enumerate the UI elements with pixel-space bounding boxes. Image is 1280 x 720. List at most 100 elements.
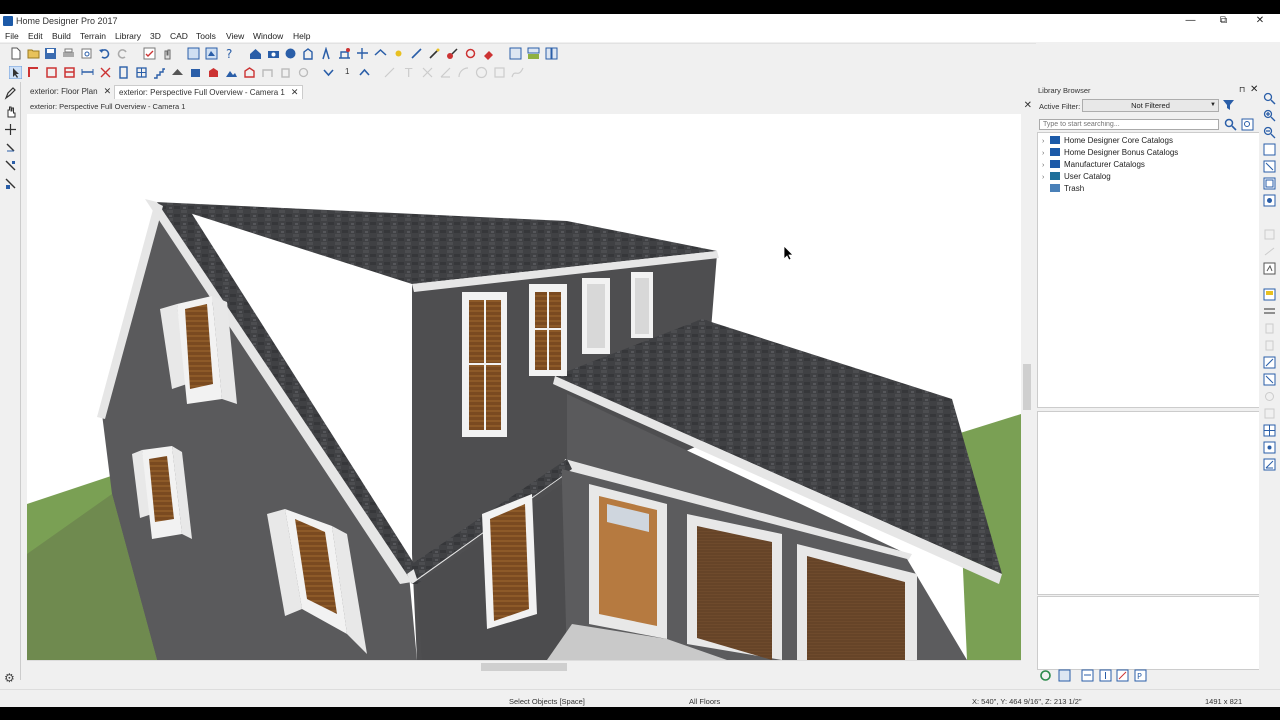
dimension-tool-icon[interactable] xyxy=(81,66,94,79)
tree-item-manufacturer-catalogs[interactable]: › Manufacturer Catalogs xyxy=(1042,159,1145,170)
expand-arrow-icon[interactable]: › xyxy=(1042,160,1050,171)
library-close-icon[interactable]: ✕ xyxy=(1250,84,1258,95)
help-hand-icon[interactable] xyxy=(161,47,174,60)
angle-snap-icon[interactable] xyxy=(1263,458,1276,471)
edit-tool-icon[interactable] xyxy=(4,87,17,100)
walk-tool-icon[interactable] xyxy=(1263,262,1276,275)
menu-tools[interactable]: Tools xyxy=(196,31,216,41)
library-tool-2-icon[interactable] xyxy=(1081,669,1094,682)
house-icon[interactable] xyxy=(249,47,262,60)
undo-zoom-icon[interactable] xyxy=(1263,143,1276,156)
gear-icon[interactable]: ⚙ xyxy=(4,671,15,685)
pan-hand-icon[interactable] xyxy=(4,105,17,118)
roof-tool-icon[interactable] xyxy=(171,66,184,79)
room-tool-icon[interactable] xyxy=(63,66,76,79)
wand-icon[interactable] xyxy=(428,47,441,60)
checklist-icon[interactable] xyxy=(143,47,156,60)
layer-display-icon[interactable] xyxy=(1263,288,1276,301)
cabinet-tool-icon[interactable] xyxy=(45,66,58,79)
swap-view-icon[interactable] xyxy=(1263,194,1276,207)
library-tool-4-icon[interactable] xyxy=(1116,669,1129,682)
tree-item-bonus-catalogs[interactable]: › Home Designer Bonus Catalogs xyxy=(1042,147,1178,158)
close-button[interactable]: ✕ xyxy=(1240,14,1280,29)
tile-horizontal-icon[interactable] xyxy=(527,47,540,60)
snap-tool-icon[interactable] xyxy=(1263,441,1276,454)
electrical-tool-icon[interactable] xyxy=(243,66,256,79)
library-tool-3-icon[interactable] xyxy=(1099,669,1112,682)
horizontal-scroll-thumb[interactable] xyxy=(481,663,567,671)
view-3d-icon[interactable] xyxy=(205,47,218,60)
eraser-icon[interactable] xyxy=(482,47,495,60)
save-icon[interactable] xyxy=(44,47,57,60)
refresh-icon[interactable] xyxy=(1039,669,1052,682)
zoom-icon[interactable] xyxy=(1263,92,1276,105)
tab-perspective-close-icon[interactable]: ✕ xyxy=(291,87,299,97)
expand-arrow-icon[interactable]: › xyxy=(1042,136,1050,147)
print-preview-icon[interactable] xyxy=(80,47,93,60)
cross-section-icon[interactable] xyxy=(356,47,369,60)
library-pin-icon[interactable]: ⊓ xyxy=(1239,85,1245,94)
3d-viewport[interactable] xyxy=(27,114,1021,660)
expand-arrow-icon[interactable]: › xyxy=(1042,172,1050,183)
fill-window-building-icon[interactable] xyxy=(1263,177,1276,190)
elevation-icon[interactable] xyxy=(338,47,351,60)
tile-vertical-icon[interactable] xyxy=(545,47,558,60)
floor-down-icon[interactable] xyxy=(322,66,335,79)
wall-tool-icon[interactable] xyxy=(27,66,40,79)
horizontal-scrollbar[interactable] xyxy=(27,660,1021,673)
print-icon[interactable] xyxy=(62,47,75,60)
active-filter-select[interactable]: Not Filtered ▼ xyxy=(1082,99,1219,112)
rotate-tool-icon[interactable] xyxy=(4,141,17,154)
menu-help[interactable]: Help xyxy=(293,31,310,41)
expand-arrow-icon[interactable]: › xyxy=(1042,148,1050,159)
grid-tool-icon[interactable] xyxy=(1263,424,1276,437)
select-objects-icon[interactable] xyxy=(9,66,22,79)
open-folder-icon[interactable] xyxy=(27,47,40,60)
view-plan-icon[interactable] xyxy=(187,47,200,60)
terrain-tool-icon[interactable] xyxy=(225,66,238,79)
roof-view-icon[interactable] xyxy=(374,47,387,60)
fill-window-icon[interactable] xyxy=(1263,160,1276,173)
restore-button[interactable]: ⧉ xyxy=(1207,14,1240,29)
tree-item-core-catalogs[interactable]: › Home Designer Core Catalogs xyxy=(1042,135,1173,146)
tree-item-user-catalog[interactable]: › User Catalog xyxy=(1042,171,1111,182)
dollhouse-icon[interactable] xyxy=(302,47,315,60)
window-tool-icon[interactable] xyxy=(135,66,148,79)
tab-perspective-camera[interactable]: exterior: Perspective Full Overview - Ca… xyxy=(114,85,304,99)
menu-edit[interactable]: Edit xyxy=(28,31,43,41)
material-painter-icon[interactable] xyxy=(446,47,459,60)
menu-library[interactable]: Library xyxy=(115,31,141,41)
minimize-button[interactable]: — xyxy=(1174,14,1207,29)
library-tool-1-icon[interactable] xyxy=(1058,669,1071,682)
dimension-line-2-icon[interactable] xyxy=(1263,373,1276,386)
menu-file[interactable]: File xyxy=(5,31,19,41)
fixture-tool-icon[interactable] xyxy=(189,66,202,79)
floor-up-icon[interactable] xyxy=(358,66,371,79)
menu-build[interactable]: Build xyxy=(52,31,71,41)
undo-icon[interactable] xyxy=(98,47,111,60)
filter-icon[interactable] xyxy=(1222,98,1235,111)
layer-tool-icon[interactable] xyxy=(1263,305,1276,318)
new-file-icon[interactable] xyxy=(9,47,22,60)
camera-icon[interactable] xyxy=(267,47,280,60)
material-eyedropper-icon[interactable] xyxy=(464,47,477,60)
document-close-icon[interactable]: ✕ xyxy=(1024,100,1032,111)
full-camera-icon[interactable] xyxy=(284,47,297,60)
vertical-scroll-thumb[interactable] xyxy=(1023,364,1031,410)
help-icon[interactable]: ? xyxy=(223,47,236,60)
door-tool-icon[interactable] xyxy=(117,66,130,79)
advanced-search-icon[interactable] xyxy=(1241,118,1254,131)
menu-view[interactable]: View xyxy=(226,31,244,41)
search-icon[interactable] xyxy=(1224,118,1237,131)
move-tool-icon[interactable] xyxy=(4,123,17,136)
transform-tool-icon[interactable] xyxy=(4,159,17,172)
tab-floor-plan[interactable]: exterior: Floor Plan ✕ xyxy=(26,85,115,98)
redo-icon[interactable] xyxy=(116,47,129,60)
zoom-out-icon[interactable] xyxy=(1263,126,1276,139)
zoom-in-icon[interactable] xyxy=(1263,109,1276,122)
deck-tool-icon[interactable] xyxy=(207,66,220,79)
menu-3d[interactable]: 3D xyxy=(150,31,161,41)
dimension-line-icon[interactable] xyxy=(1263,356,1276,369)
menu-cad[interactable]: CAD xyxy=(170,31,188,41)
walkthrough-icon[interactable] xyxy=(320,47,333,60)
